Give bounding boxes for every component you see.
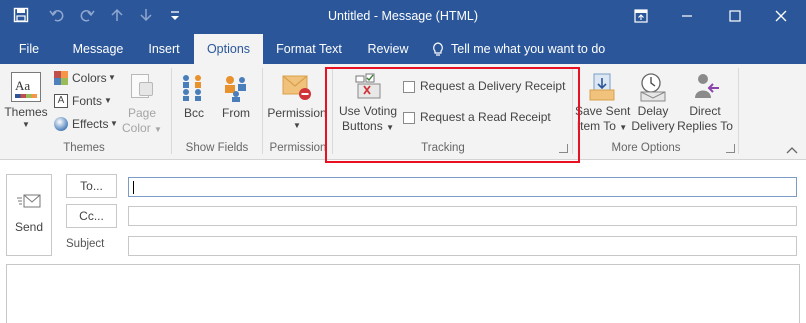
direct-label-line2: Replies To xyxy=(677,119,733,133)
themes-icon: Aa xyxy=(11,72,41,102)
tracking-highlight-box xyxy=(325,67,580,163)
themes-button[interactable]: Aa Themes ▼ xyxy=(4,68,48,132)
subject-label: Subject xyxy=(66,238,105,250)
page-color-label-line1: Page xyxy=(127,106,157,120)
to-button[interactable]: To... xyxy=(66,174,117,198)
page-color-button[interactable]: Page Color ▼ xyxy=(120,68,164,140)
tab-message[interactable]: Message xyxy=(62,34,134,64)
permission-icon xyxy=(281,72,313,102)
themes-label: Themes xyxy=(4,105,48,119)
group-separator xyxy=(738,68,739,154)
bcc-label: Bcc xyxy=(183,106,204,120)
fonts-icon: A xyxy=(54,94,68,108)
permission-button[interactable]: Permission ▼ xyxy=(266,70,328,140)
subject-field[interactable] xyxy=(128,236,797,256)
direct-replies-to-button[interactable]: Direct Replies To xyxy=(676,70,734,140)
to-field[interactable] xyxy=(128,177,797,197)
message-body[interactable] xyxy=(6,264,800,323)
colors-icon xyxy=(54,71,68,85)
page-color-icon xyxy=(129,72,155,102)
direct-replies-icon xyxy=(689,72,721,102)
more-options-dialog-launcher-icon[interactable] xyxy=(726,144,735,153)
undo-icon[interactable] xyxy=(48,7,66,25)
fonts-label: Fonts xyxy=(72,94,103,108)
bcc-icon xyxy=(180,72,208,102)
send-label: Send xyxy=(14,220,44,234)
send-icon xyxy=(16,192,42,210)
save-sent-label-line2: Item To ▼ xyxy=(576,119,628,133)
more-options-group-label: More Options xyxy=(611,142,681,154)
title-bar: Untitled - Message (HTML) xyxy=(0,0,806,34)
collapse-ribbon-icon[interactable] xyxy=(786,142,800,154)
delay-label-line2: Delivery xyxy=(631,119,675,133)
bcc-button[interactable]: Bcc xyxy=(176,70,212,126)
ribbon-tabs: File Message Insert Options Format Text … xyxy=(0,34,806,64)
redo-icon[interactable] xyxy=(78,7,96,25)
page-color-label-line2: Color ▼ xyxy=(122,121,162,135)
tab-file[interactable]: File xyxy=(6,34,52,64)
save-sent-item-to-button[interactable]: Save Sent Item To ▼ xyxy=(575,70,631,140)
effects-label: Effects xyxy=(72,117,109,131)
close-icon[interactable] xyxy=(758,0,804,32)
fonts-dropdown-icon: ▼ xyxy=(104,96,112,105)
up-arrow-icon[interactable] xyxy=(108,7,126,25)
tab-review[interactable]: Review xyxy=(360,34,416,64)
save-icon[interactable] xyxy=(12,7,30,25)
from-icon xyxy=(222,72,250,102)
save-sent-label-line1: Save Sent xyxy=(575,104,631,118)
delay-delivery-button[interactable]: Delay Delivery xyxy=(630,70,676,140)
from-button[interactable]: From xyxy=(216,70,256,126)
customize-icon[interactable] xyxy=(166,7,184,25)
colors-dropdown-icon: ▼ xyxy=(108,73,116,82)
tab-options[interactable]: Options xyxy=(194,34,263,64)
permission-label: Permission xyxy=(267,106,327,120)
tab-format-text[interactable]: Format Text xyxy=(268,34,350,64)
show-fields-group-label: Show Fields xyxy=(185,142,249,154)
delay-delivery-icon xyxy=(637,72,669,102)
group-separator xyxy=(262,68,263,154)
cc-button[interactable]: Cc... xyxy=(66,204,117,228)
text-cursor xyxy=(133,181,134,194)
effects-dropdown-icon: ▼ xyxy=(110,119,118,128)
colors-label: Colors xyxy=(72,71,107,85)
save-sent-item-icon xyxy=(586,72,618,102)
minimize-icon[interactable] xyxy=(664,0,710,32)
send-button[interactable]: Send xyxy=(6,174,52,256)
from-label: From xyxy=(222,106,250,120)
tell-me-search[interactable]: Tell me what you want to do xyxy=(451,34,611,64)
themes-dropdown-icon: ▼ xyxy=(22,120,30,129)
fonts-button[interactable]: A Fonts ▼ xyxy=(54,93,118,111)
maximize-icon[interactable] xyxy=(712,0,758,32)
delay-label-line1: Delay xyxy=(637,104,669,118)
group-separator xyxy=(171,68,172,154)
effects-button[interactable]: Effects ▼ xyxy=(54,116,118,134)
cc-field[interactable] xyxy=(128,206,797,226)
effects-icon xyxy=(54,117,68,131)
down-arrow-icon[interactable] xyxy=(137,7,155,25)
outlook-message-window: Untitled - Message (HTML) File Message I… xyxy=(0,0,806,323)
lightbulb-icon xyxy=(432,41,446,57)
direct-label-line1: Direct xyxy=(689,104,721,118)
colors-button[interactable]: Colors ▼ xyxy=(54,70,118,88)
ribbon-display-options-icon[interactable] xyxy=(618,0,664,32)
permission-dropdown-icon: ▼ xyxy=(293,121,301,130)
themes-group-label: Themes xyxy=(63,142,105,154)
tab-insert[interactable]: Insert xyxy=(138,34,190,64)
permission-group-label: Permission xyxy=(269,142,327,154)
